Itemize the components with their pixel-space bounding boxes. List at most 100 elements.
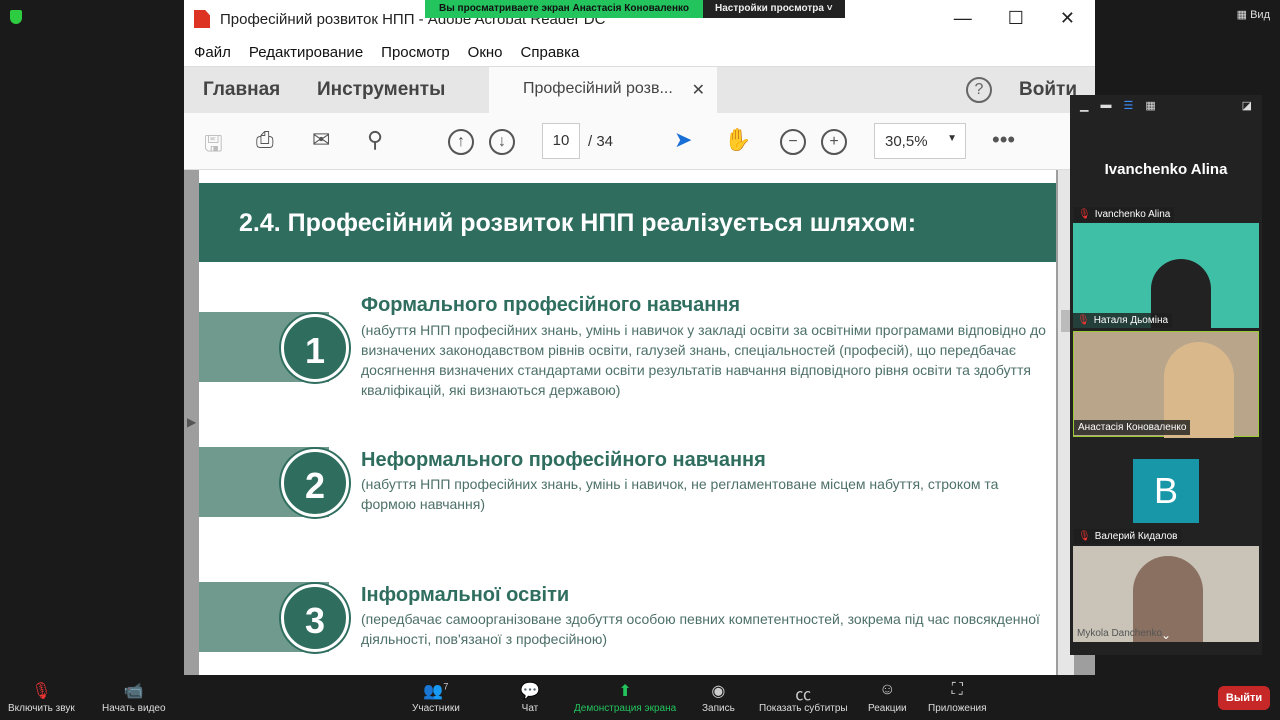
acrobat-window: Професійний розвиток НПП - Adobe Acrobat…: [184, 0, 1095, 675]
page-total: / 34: [588, 133, 614, 150]
speaker-view-icon[interactable]: ▬: [1100, 99, 1111, 111]
captions-button[interactable]: ㏄ Показать субтитры: [759, 681, 848, 714]
chat-button[interactable]: 💬 Чат: [520, 681, 540, 714]
item-number: 2: [281, 449, 349, 517]
participants-video-panel: ▁ ▬ ☰ ▦ ◪ Ivanchenko Alina 🎙 Ivanchenko Alina…: [1070, 95, 1262, 655]
item-desc: (передбачає самоорганізоване здобуття ос…: [361, 611, 1040, 647]
security-shield-icon[interactable]: [10, 10, 22, 24]
menu-file[interactable]: Файл: [194, 44, 231, 61]
item-number: 3: [281, 584, 349, 652]
zoom-out-icon[interactable]: −: [780, 129, 806, 155]
close-icon[interactable]: ✕: [1060, 8, 1075, 29]
apps-button[interactable]: ⛶ Приложения: [928, 681, 987, 714]
item-desc: (набуття НПП професійних знань, умінь і …: [361, 476, 999, 512]
reactions-button[interactable]: ☺ Реакции: [868, 681, 907, 714]
strip-view-icon[interactable]: ☰: [1123, 99, 1133, 112]
slide-heading: 2.4. Професійний розвиток НПП реалізуєть…: [199, 183, 1056, 262]
sign-in-button[interactable]: Войти: [1019, 79, 1077, 101]
zoom-in-icon[interactable]: +: [821, 129, 847, 155]
menu-edit[interactable]: Редактирование: [249, 44, 363, 61]
participant-name: Валерий Кидалов: [1094, 531, 1178, 542]
participant-name: Mykola Danchenko: [1077, 628, 1163, 639]
item-desc: (набуття НПП професійних знань, умінь і …: [361, 322, 1046, 398]
save-icon[interactable]: 🖫: [204, 127, 223, 165]
share-banner: Вы просматриваете экран Анастасія Конова…: [425, 0, 845, 18]
video-tile[interactable]: Mykola Danchenko ⌄: [1073, 546, 1259, 642]
pdf-page: 2.4. Професійний розвиток НПП реалізуєть…: [199, 170, 1056, 675]
print-icon[interactable]: ⎙: [256, 127, 274, 153]
cc-icon: ㏄: [795, 687, 812, 704]
apps-label: Приложения: [928, 703, 987, 714]
record-label: Запись: [702, 703, 735, 714]
tab-bar: Главная Инструменты Професійний розв... ✕…: [184, 66, 1095, 114]
menu-window[interactable]: Окно: [468, 44, 503, 61]
pip-icon[interactable]: ◪: [1242, 99, 1252, 112]
share-label: Демонстрация экрана: [574, 703, 677, 714]
meeting-controls: 🎙 Включить звук 📹 Начать видео 👥7 Участники…: [0, 675, 1280, 720]
item-title: Інформальної освіти: [361, 584, 570, 606]
chat-label: Чат: [521, 703, 539, 714]
minimize-icon[interactable]: ▁: [1080, 99, 1088, 112]
unmute-label: Включить звук: [8, 703, 75, 714]
tab-document[interactable]: Професійний розв... ✕: [489, 67, 717, 114]
email-icon[interactable]: ✉: [312, 127, 330, 153]
minimize-icon[interactable]: —: [954, 8, 972, 29]
record-button[interactable]: ◉ Запись: [702, 681, 735, 714]
view-label: Вид: [1250, 9, 1270, 21]
tile-label: 🎙 Наталя Дьоміна: [1073, 313, 1173, 328]
prev-page-icon[interactable]: ↑: [448, 129, 474, 155]
mic-muted-icon: 🎙: [31, 683, 52, 700]
item-title: Формального професійного навчання: [361, 294, 741, 316]
item-number: 1: [281, 314, 349, 382]
apps-icon: ⛶: [951, 681, 963, 698]
leave-button[interactable]: Выйти: [1218, 686, 1270, 710]
share-screen-button[interactable]: ⬆ Демонстрация экрана: [574, 681, 676, 714]
view-settings-button[interactable]: Настройки просмотра ˅: [703, 0, 845, 18]
participant-name: Наталя Дьоміна: [1093, 315, 1169, 326]
participants-icon: 👥7: [423, 681, 449, 700]
reactions-icon: ☺: [879, 681, 896, 698]
gallery-view-icon[interactable]: ▦: [1145, 99, 1155, 112]
search-icon[interactable]: ⚲: [367, 127, 383, 153]
participants-count: 7: [443, 681, 449, 692]
participant-name: Ivanchenko Alina: [1094, 209, 1171, 220]
document-area[interactable]: ▶ 2.4. Професійний розвиток НПП реалізує…: [184, 170, 1095, 675]
tile-label: 🎙 Валерий Кидалов: [1074, 529, 1182, 544]
view-button[interactable]: ▦ Вид: [1237, 8, 1270, 21]
mic-muted-icon: 🎙: [1077, 315, 1090, 326]
toolbar: 🖫 ⎙ ✉ ⚲ ↑ ↓ 10 / 34 ➤ ✋ − + 30,5% ▼ •••: [184, 113, 1095, 170]
tile-label: Mykola Danchenko: [1073, 626, 1166, 641]
tile-label: Анастасія Коноваленко: [1074, 420, 1191, 435]
reactions-label: Реакции: [868, 703, 907, 714]
participants-button[interactable]: 👥7 Участники: [412, 681, 460, 714]
view-settings-label: Настройки просмотра: [715, 3, 824, 14]
page-number-input[interactable]: 10: [542, 123, 580, 159]
video-label: Начать видео: [102, 703, 166, 714]
video-off-icon: 📹: [123, 683, 144, 700]
next-page-icon[interactable]: ↓: [489, 129, 515, 155]
start-video-button[interactable]: 📹 Начать видео: [102, 681, 166, 714]
more-icon[interactable]: •••: [992, 127, 1015, 153]
active-speaker-name: Ivanchenko Alina: [1104, 161, 1228, 178]
record-icon: ◉: [711, 683, 726, 700]
video-tile[interactable]: 🎙 Наталя Дьоміна: [1073, 223, 1259, 329]
close-tab-icon[interactable]: ✕: [692, 80, 705, 100]
participant-name: Анастасія Коноваленко: [1078, 422, 1187, 433]
unmute-button[interactable]: 🎙 Включить звук: [8, 681, 75, 714]
menu-view[interactable]: Просмотр: [381, 44, 450, 61]
hand-tool-icon[interactable]: ✋: [724, 127, 751, 153]
tab-tools[interactable]: Инструменты: [317, 79, 445, 101]
zoom-select[interactable]: 30,5% ▼: [874, 123, 966, 159]
menu-help[interactable]: Справка: [521, 44, 580, 61]
expand-panel-icon[interactable]: ▶: [187, 415, 196, 429]
maximize-icon[interactable]: ☐: [1008, 8, 1024, 29]
participants-label: Участники: [412, 703, 460, 714]
avatar: В: [1133, 459, 1199, 523]
video-tile[interactable]: Анастасія Коноваленко: [1073, 331, 1259, 438]
chevron-down-icon[interactable]: ⌄: [1161, 628, 1171, 642]
tab-home[interactable]: Главная: [203, 79, 280, 101]
help-icon[interactable]: ?: [966, 77, 992, 103]
viewing-text: Вы просматриваете экран Анастасія Конова…: [425, 0, 704, 18]
captions-label: Показать субтитры: [759, 703, 848, 714]
select-cursor-icon[interactable]: ➤: [674, 127, 692, 153]
